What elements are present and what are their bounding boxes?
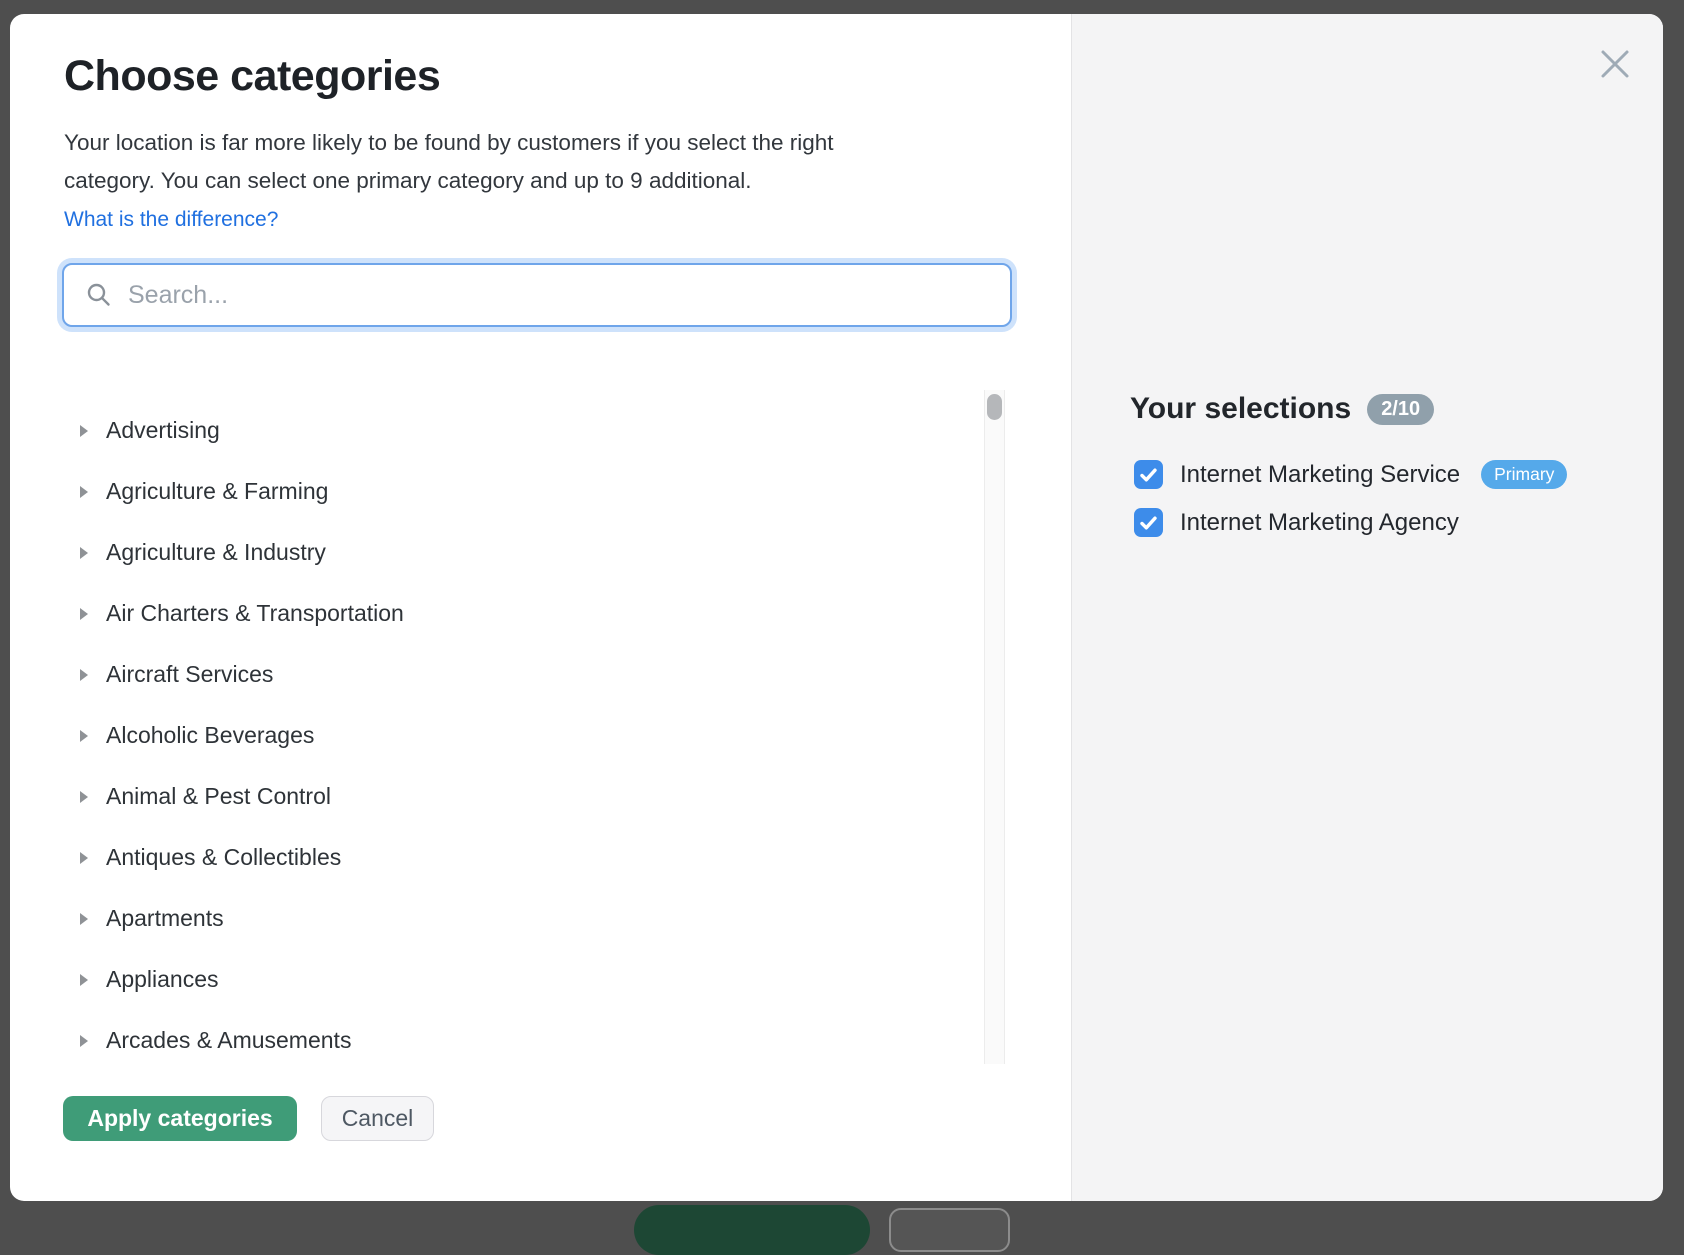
category-label: Animal & Pest Control: [106, 783, 331, 810]
category-label: Appliances: [106, 966, 219, 993]
selected-category-label: Internet Marketing Agency: [1180, 509, 1459, 537]
dimmed-background-primary-button: [634, 1205, 870, 1255]
category-list-item[interactable]: Animal & Pest Control: [64, 766, 969, 827]
close-icon[interactable]: [1598, 47, 1632, 81]
category-list-item[interactable]: Aircraft Services: [64, 644, 969, 705]
choose-categories-modal: Choose categories Your location is far m…: [10, 14, 1663, 1201]
category-list: Advertising Agriculture & Farming: [64, 400, 969, 1072]
modal-description: Your location is far more likely to be f…: [64, 124, 964, 200]
category-search-box: [62, 263, 1012, 327]
category-label: Agriculture & Farming: [106, 478, 328, 505]
checked-checkbox[interactable]: [1134, 508, 1163, 537]
category-label: Agriculture & Industry: [106, 539, 326, 566]
caret-right-icon[interactable]: [78, 911, 90, 927]
selected-categories-list: Internet Marketing Service Primary Inter…: [1134, 460, 1567, 537]
category-label: Air Charters & Transportation: [106, 600, 404, 627]
category-label: Aircraft Services: [106, 661, 273, 688]
selections-panel: [1071, 14, 1663, 1201]
selections-heading: Your selections: [1130, 392, 1351, 426]
category-list-item[interactable]: Alcoholic Beverages: [64, 705, 969, 766]
modal-overlay: Choose categories Your location is far m…: [0, 0, 1684, 1216]
category-list-item[interactable]: Antiques & Collectibles: [64, 827, 969, 888]
selection-count-badge: 2/10: [1367, 394, 1434, 425]
dimmed-background-secondary-button: [889, 1208, 1010, 1252]
category-list-item[interactable]: Air Charters & Transportation: [64, 583, 969, 644]
category-list-item[interactable]: Agriculture & Industry: [64, 522, 969, 583]
apply-categories-button[interactable]: Apply categories: [63, 1096, 297, 1141]
list-scrollbar-thumb[interactable]: [987, 394, 1002, 420]
caret-right-icon[interactable]: [78, 484, 90, 500]
check-icon: [1140, 516, 1157, 530]
category-label: Apartments: [106, 905, 224, 932]
search-input[interactable]: [64, 265, 1010, 325]
category-label: Arcades & Amusements: [106, 1027, 351, 1054]
category-list-item[interactable]: Apartments: [64, 888, 969, 949]
category-label: Advertising: [106, 417, 220, 444]
category-list-item[interactable]: Advertising: [64, 400, 969, 461]
selected-category-row: Internet Marketing Agency: [1134, 508, 1567, 537]
caret-right-icon[interactable]: [78, 1033, 90, 1049]
category-label: Antiques & Collectibles: [106, 844, 341, 871]
page-title: Choose categories: [64, 52, 440, 101]
category-list-item[interactable]: Arcades & Amusements: [64, 1010, 969, 1071]
description-line-1: Your location is far more likely to be f…: [64, 124, 964, 162]
what-is-the-difference-link[interactable]: What is the difference?: [64, 208, 278, 232]
caret-right-icon[interactable]: [78, 728, 90, 744]
caret-right-icon[interactable]: [78, 667, 90, 683]
caret-right-icon[interactable]: [78, 850, 90, 866]
check-icon: [1140, 468, 1157, 482]
caret-right-icon[interactable]: [78, 423, 90, 439]
primary-badge: Primary: [1481, 460, 1567, 489]
caret-right-icon[interactable]: [78, 606, 90, 622]
caret-right-icon[interactable]: [78, 789, 90, 805]
selections-header: Your selections 2/10: [1130, 392, 1434, 426]
caret-right-icon[interactable]: [78, 972, 90, 988]
checked-checkbox[interactable]: [1134, 460, 1163, 489]
category-label: Alcoholic Beverages: [106, 722, 314, 749]
selected-category-row: Internet Marketing Service Primary: [1134, 460, 1567, 489]
caret-right-icon[interactable]: [78, 545, 90, 561]
category-list-item[interactable]: Appliances: [64, 949, 969, 1010]
category-list-item[interactable]: Agriculture & Farming: [64, 461, 969, 522]
list-scrollbar-track[interactable]: [984, 390, 1005, 1064]
selected-category-label: Internet Marketing Service: [1180, 461, 1460, 489]
description-line-2: category. You can select one primary cat…: [64, 162, 964, 200]
cancel-button[interactable]: Cancel: [321, 1096, 434, 1141]
